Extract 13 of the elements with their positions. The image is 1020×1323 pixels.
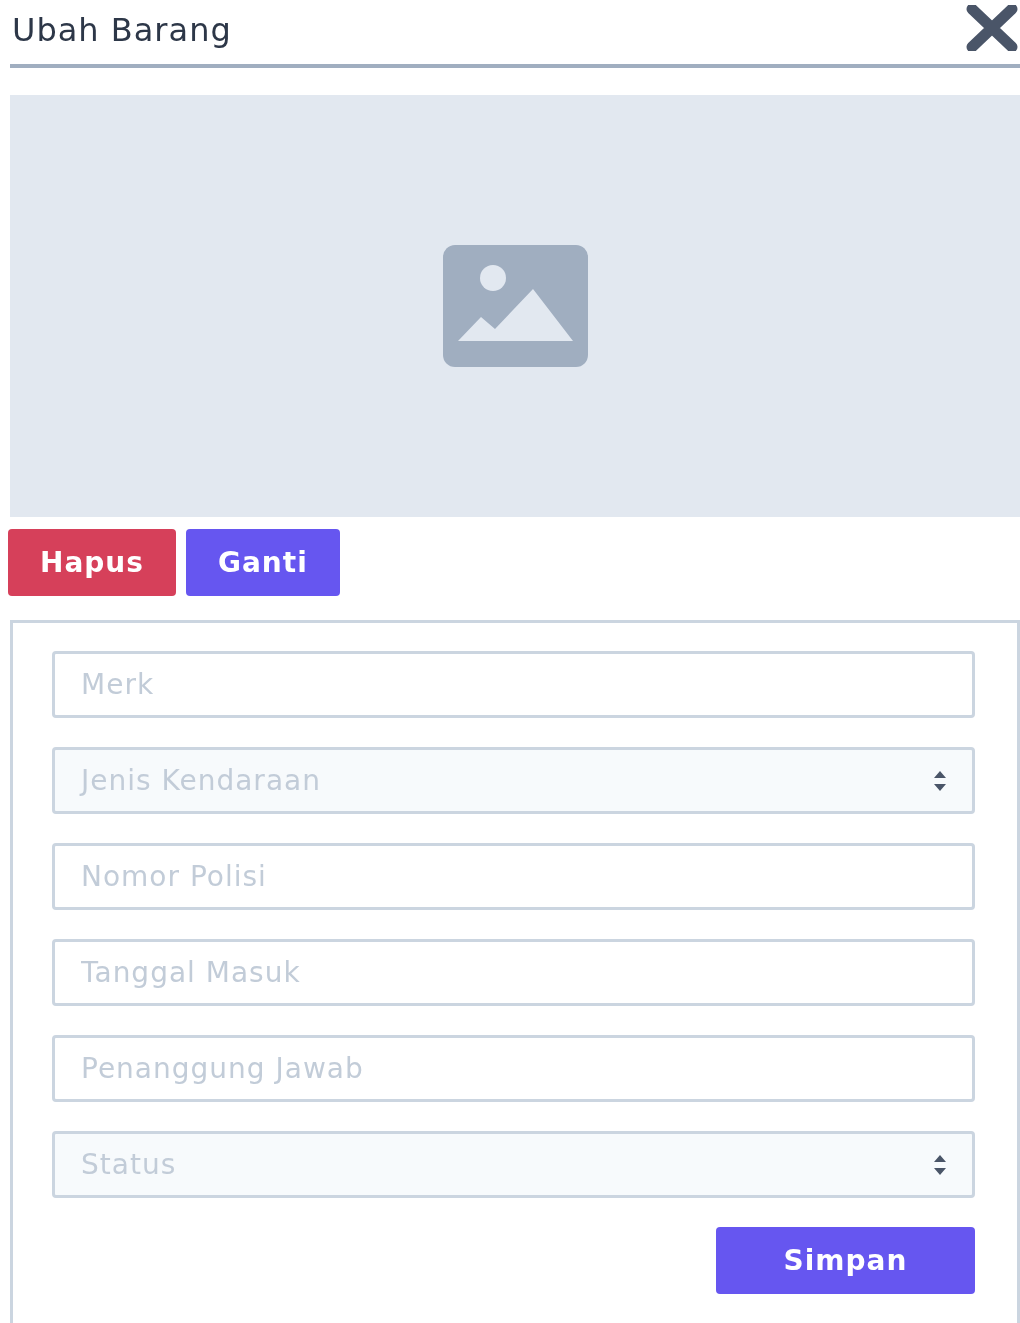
input-field[interactable]: Merk [52, 651, 975, 718]
close-button[interactable] [966, 5, 1018, 51]
image-icon [442, 245, 588, 367]
save-button[interactable]: Simpan [716, 1227, 975, 1294]
updown-icon [934, 1154, 946, 1175]
close-icon [966, 5, 1018, 51]
delete-button[interactable]: Hapus [8, 529, 176, 596]
input-field[interactable]: Nomor Polisi [52, 843, 975, 910]
change-button[interactable]: Ganti [186, 529, 340, 596]
input-field[interactable]: Tanggal Masuk [52, 939, 975, 1006]
input-field[interactable]: Penanggung Jawab [52, 1035, 975, 1102]
dialog-title: Ubah Barang [12, 11, 232, 49]
updown-icon [934, 770, 946, 791]
